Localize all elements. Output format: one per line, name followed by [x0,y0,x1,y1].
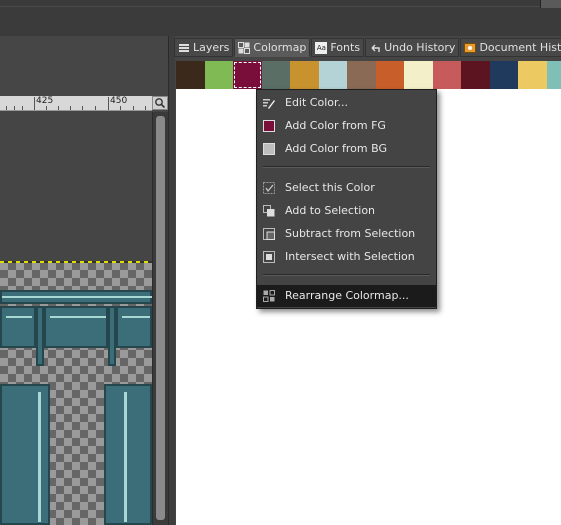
image-canvas[interactable] [0,262,152,525]
canvas-tile [108,306,116,366]
colormap-swatch[interactable] [546,61,561,89]
ruler-tick [108,97,109,110]
colormap-swatch[interactable] [489,61,518,89]
ruler-tick [22,106,23,110]
fg-color-swatch-icon [263,120,275,132]
menu-separator [263,166,430,168]
magnifier-icon [155,98,166,109]
menu-item-rearrange-colormap[interactable]: Rearrange Colormap... [257,285,436,307]
colormap-swatch[interactable] [204,61,233,89]
tab-layers-label: Layers [193,41,230,54]
menu-label: Add Color from FG [285,119,386,132]
canvas-padding [0,112,150,262]
colormap-swatch[interactable] [176,61,205,89]
menu-item-add-color-from-fg[interactable]: Add Color from FG [257,115,436,137]
menu-separator [263,274,430,276]
colormap-swatch[interactable] [404,61,433,89]
menu-label: Intersect with Selection [285,250,415,263]
tab-undo-history[interactable]: Undo History [365,38,460,57]
colormap-swatch[interactable] [347,61,376,89]
menu-item-intersect-with-selection[interactable]: Intersect with Selection [257,246,436,268]
add-selection-icon [263,205,275,217]
canvas-tile [0,384,50,525]
colormap-swatch[interactable] [518,61,547,89]
ruler-tick [120,106,121,110]
ruler-tick [133,106,134,110]
menu-item-edit-color[interactable]: Edit Color... [257,92,436,114]
ruler-tick [82,106,83,110]
canvas-tile [44,306,108,348]
canvas-tile [0,306,36,348]
canvas-tile [116,306,152,348]
dock-separator[interactable] [168,36,175,525]
menu-label: Subtract from Selection [285,227,416,240]
intersect-selection-icon [263,251,275,263]
tab-document-history-label: Document History [479,41,561,54]
horizontal-ruler: 425 450 [0,96,152,111]
title-strip-line [0,6,561,7]
ruler-tick [145,106,146,110]
menu-item-add-to-selection[interactable]: Add to Selection [257,200,436,222]
ruler-tick [95,106,96,110]
dock-tabs: Layers Colormap Aa Fonts Undo History Do… [174,38,561,58]
colormap-swatch[interactable] [461,61,490,89]
menu-label: Add to Selection [285,204,376,217]
colormap-context-menu: Edit Color... Add Color from FG Add Colo… [256,89,437,309]
colormap-swatch[interactable] [261,61,290,89]
navigate-button[interactable] [152,96,168,110]
colormap-swatch[interactable] [432,61,461,89]
tab-document-history[interactable]: Document History [460,38,561,57]
fonts-icon: Aa [315,41,328,54]
tab-fonts[interactable]: Aa Fonts [311,38,365,57]
document-history-icon [464,42,477,54]
canvas-tile [0,290,152,304]
menu-label: Select this Color [285,181,375,194]
colormap-swatch[interactable] [233,61,262,89]
ruler-tick [58,106,59,110]
undo-history-icon [369,42,381,54]
colormap-swatch[interactable] [375,61,404,89]
tab-colormap[interactable]: Colormap [234,38,311,57]
title-strip [0,0,561,36]
ruler-tick [70,106,71,110]
menu-label: Add Color from BG [285,142,387,155]
edit-color-icon [263,97,275,109]
ruler-tick [6,106,7,110]
vertical-scrollbar[interactable] [152,112,169,525]
tab-undo-history-label: Undo History [384,41,456,54]
menu-label: Rearrange Colormap... [285,289,409,302]
select-color-icon [263,182,275,194]
tab-layers[interactable]: Layers [174,38,234,57]
menu-item-select-this-color[interactable]: Select this Color [257,177,436,199]
layers-icon [178,42,190,54]
scrollbar-thumb[interactable] [156,116,165,520]
ruler-tick [46,106,47,110]
ruler-tick [14,106,15,110]
menu-item-add-color-from-bg[interactable]: Add Color from BG [257,138,436,160]
menu-label: Edit Color... [285,96,348,109]
menu-item-subtract-from-selection[interactable]: Subtract from Selection [257,223,436,245]
tab-colormap-label: Colormap [253,41,307,54]
canvas-tile [36,306,44,366]
subtract-selection-icon [263,228,275,240]
colormap-icon [238,41,251,54]
selection-marching-ants [0,261,152,263]
window-edge [540,0,561,8]
rearrange-colormap-icon [263,290,275,302]
ruler-label-425: 425 [36,96,54,106]
colormap-swatch[interactable] [290,61,319,89]
ruler-label-450: 450 [110,96,128,106]
colormap-swatches [176,61,561,89]
colormap-swatch[interactable] [318,61,347,89]
image-window-toolbar [0,36,168,96]
ruler-tick [34,97,35,110]
bg-color-swatch-icon [263,143,275,155]
tab-fonts-label: Fonts [330,41,361,54]
canvas-tile [104,384,152,525]
